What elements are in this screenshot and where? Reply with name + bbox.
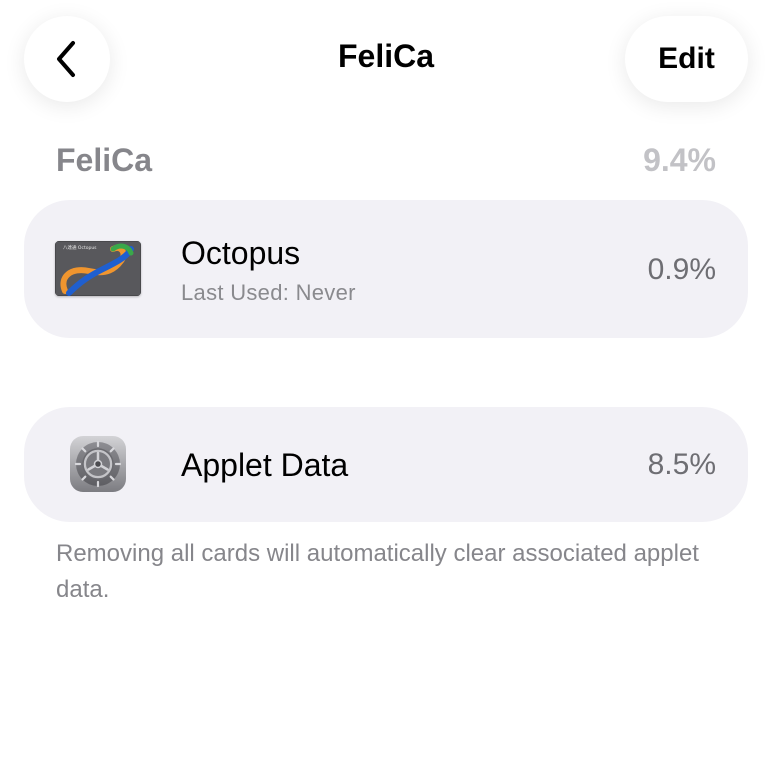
felica-storage-screen: FeliCa Edit FeliCa 9.4% 八達通 Octopus Octo… [0,0,772,778]
footnote-text: Removing all cards will automatically cl… [56,540,699,603]
section-title: FeliCa [56,142,153,178]
octopus-card-text: 八達通 Octopus [63,244,97,251]
edit-button-label: Edit [658,42,715,75]
item-percent: 0.9% [647,253,716,286]
list-item-applet-data[interactable]: Applet Data 8.5% [24,407,748,522]
item-name: Applet Data [181,447,349,483]
item-name: Octopus [181,235,301,271]
item-percent: 8.5% [647,448,716,481]
octopus-card-icon: 八達通 Octopus [55,241,141,296]
section-header: FeliCa 9.4% [56,142,716,179]
section-total-percent: 9.4% [643,142,716,178]
item-last-used: Last Used: Never [181,280,356,305]
list-item-octopus[interactable]: 八達通 Octopus Octopus Last Used: Never 0.9… [24,200,748,338]
edit-button[interactable]: Edit [625,16,748,102]
settings-gear-icon [70,436,126,492]
